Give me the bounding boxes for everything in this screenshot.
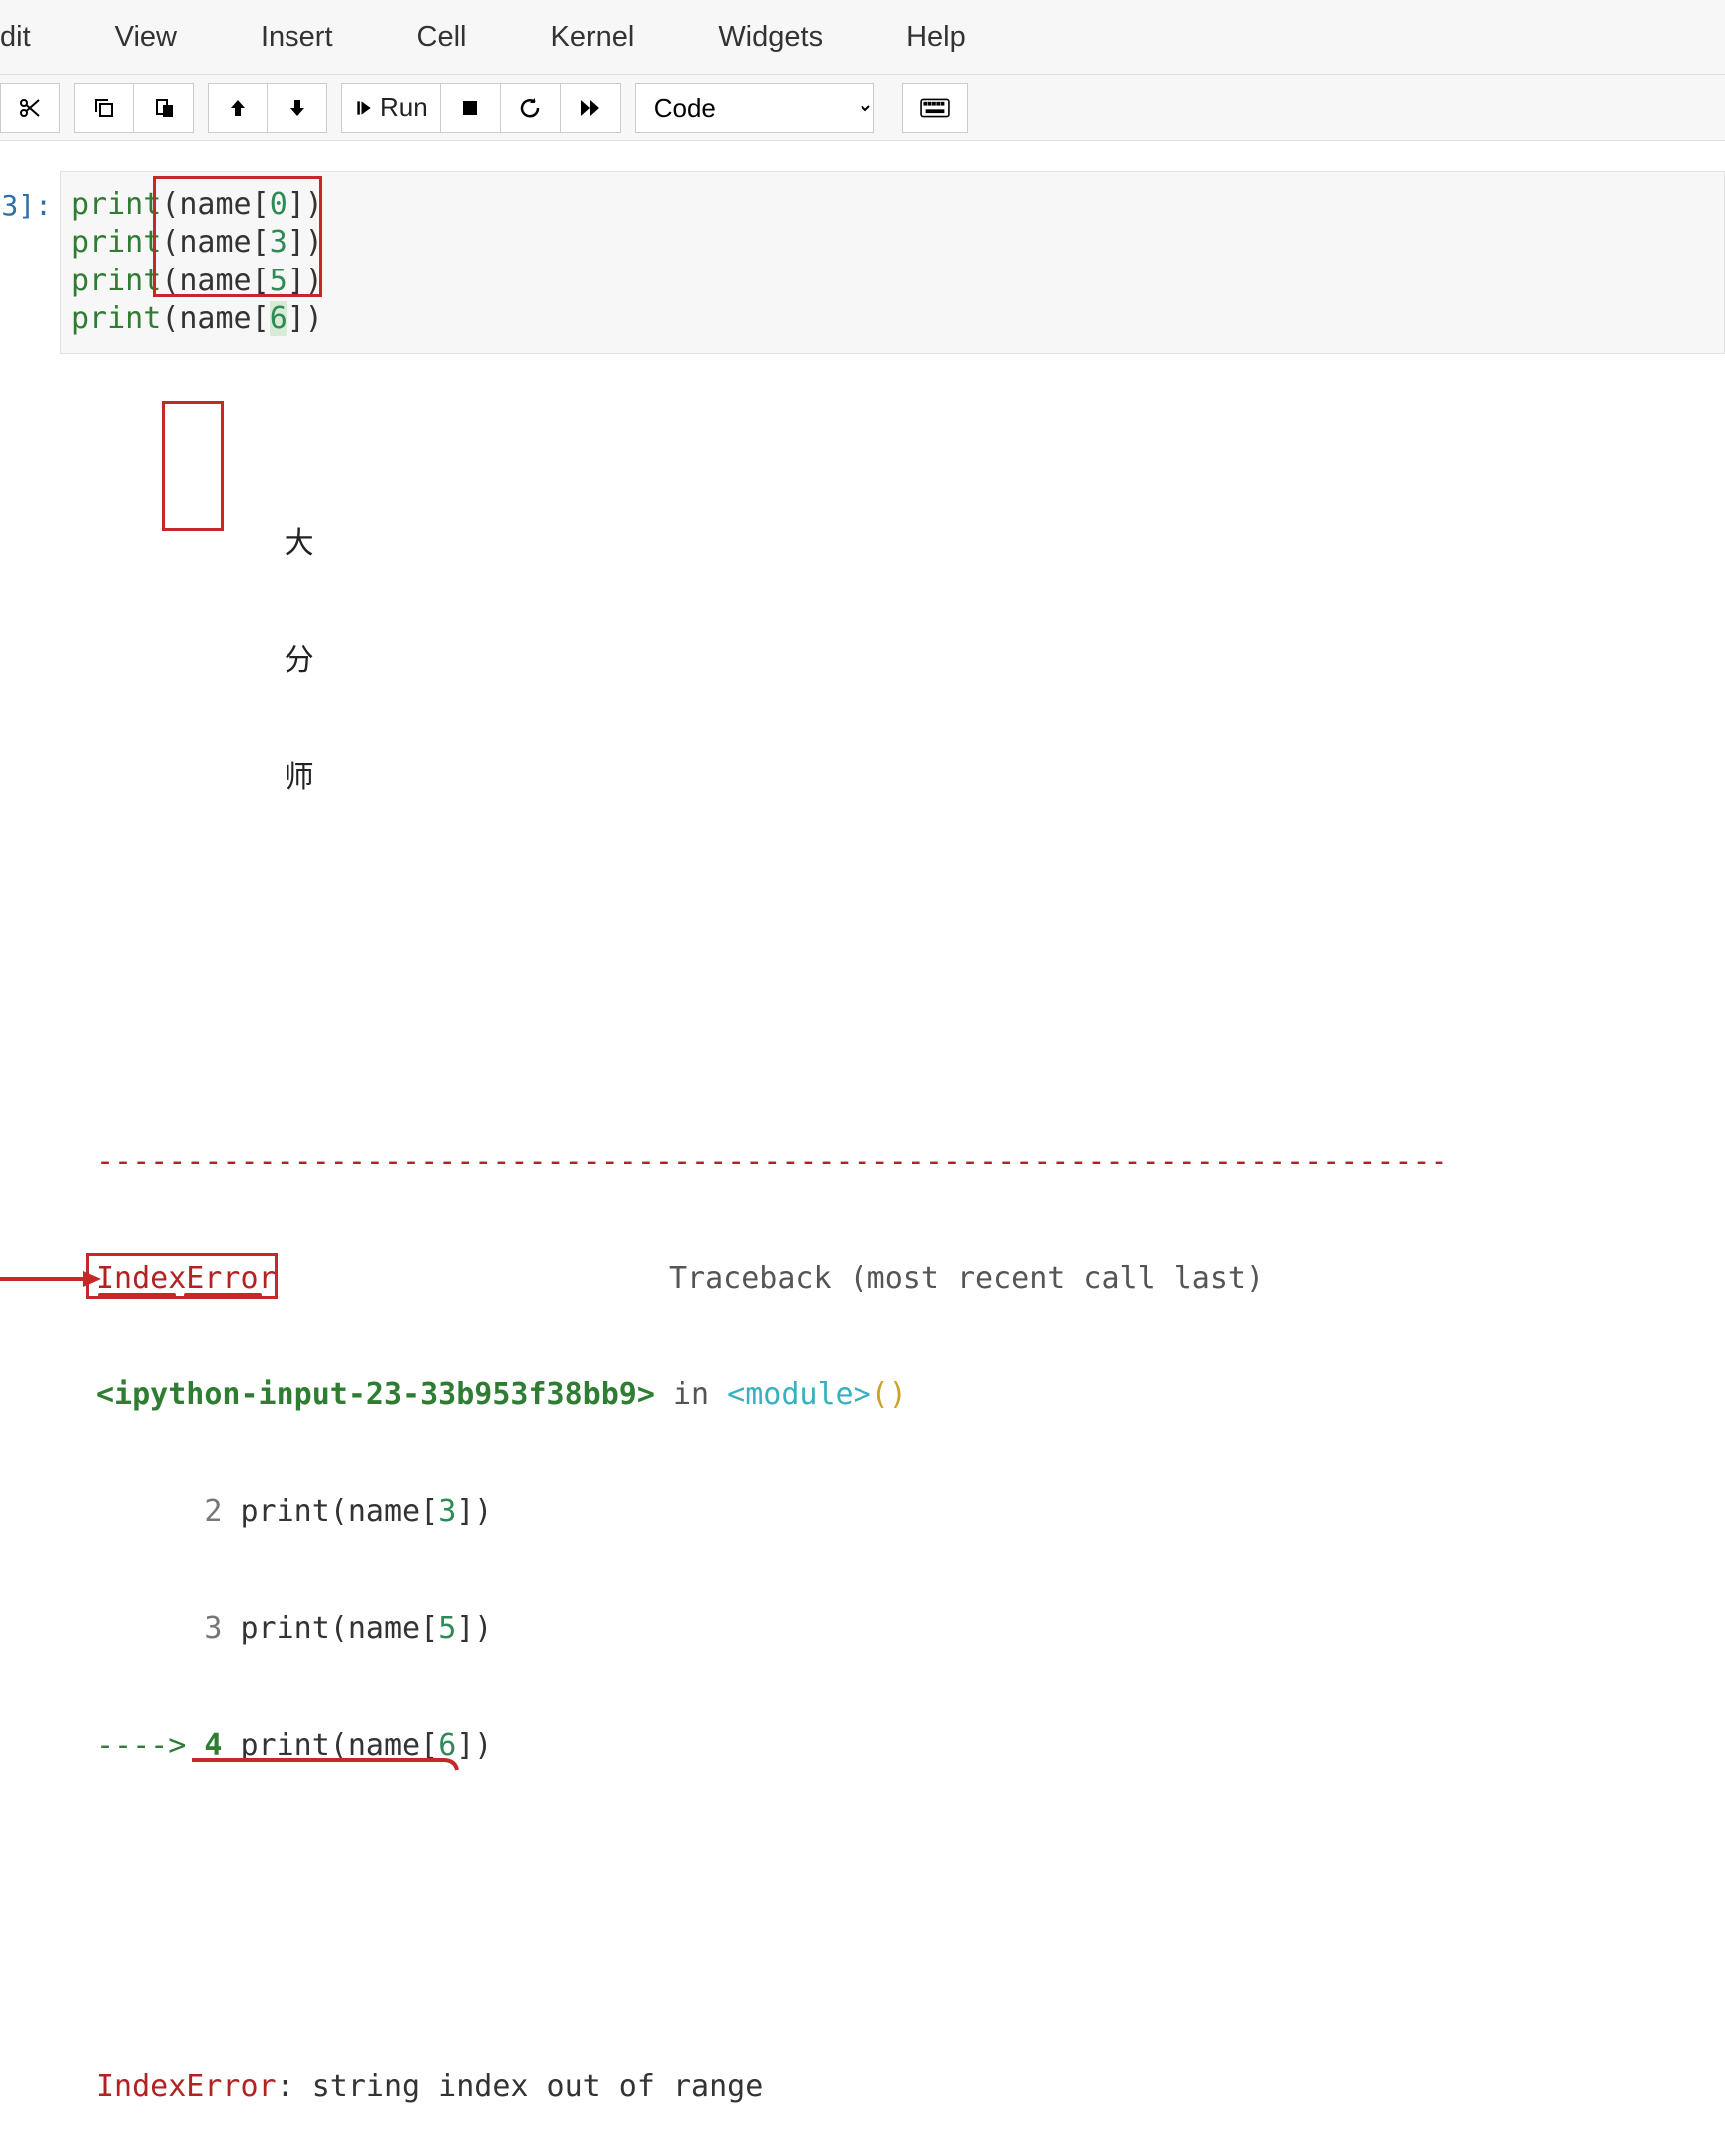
traceback-divider: ----------------------------------------… (96, 1142, 1725, 1181)
arrow-up-icon (226, 96, 250, 120)
annotation-arrow-icon (0, 1267, 101, 1291)
scissors-icon (18, 96, 42, 120)
restart-run-all-button[interactable] (561, 83, 621, 133)
code-input[interactable]: print(name[0]) print(name[3]) print(name… (60, 171, 1725, 354)
traceback-location: <ipython-input-23-33b953f38bb9> in <modu… (96, 1375, 1725, 1414)
notebook-area: 3]: print(name[0]) print(name[3]) print(… (0, 141, 1725, 2156)
stop-icon (458, 96, 482, 120)
traceback-header: IndexError Traceback (most recent call l… (96, 1259, 1264, 1298)
traceback: ----------------------------------------… (96, 1064, 1725, 2156)
toolbar: Run Code (0, 75, 1725, 141)
menu-bar: dit View Insert Cell Kernel Widgets Help (0, 0, 1725, 75)
input-prompt: 3]: (0, 171, 60, 222)
traceback-line-4: ----> 4 print(name[6]) (96, 1726, 1725, 1882)
menu-insert[interactable]: Insert (219, 21, 375, 54)
arrow-down-icon (286, 96, 309, 120)
code-line-3: print(name[5]) (71, 263, 1714, 300)
keyboard-icon (920, 98, 950, 118)
fast-forward-icon (578, 96, 602, 120)
menu-help[interactable]: Help (864, 21, 1008, 54)
error-message: IndexError: string index out of range (96, 2067, 1725, 2106)
menu-kernel[interactable]: Kernel (508, 21, 676, 54)
code-line-2: print(name[3]) (71, 224, 1714, 262)
annotation-underline-error-line (192, 1756, 467, 1774)
paste-button[interactable] (134, 83, 194, 133)
code-line-4: print(name[6]) (71, 300, 1714, 338)
copy-button[interactable] (74, 83, 134, 133)
menu-edit[interactable]: dit (0, 21, 73, 54)
stdout-output: 大 分 师 (277, 442, 437, 878)
cut-button[interactable] (0, 83, 60, 133)
traceback-label: Traceback (most recent call last) (669, 1259, 1264, 1298)
move-down-button[interactable] (268, 83, 327, 133)
menu-view[interactable]: View (73, 21, 219, 54)
cell-output: 大 分 师 ----------------------------------… (96, 354, 1725, 2156)
restart-icon (518, 96, 542, 120)
input-cell: 3]: print(name[0]) print(name[3]) print(… (0, 171, 1725, 354)
interrupt-button[interactable] (441, 83, 501, 133)
menu-cell[interactable]: Cell (375, 21, 509, 54)
copy-icon (92, 96, 116, 120)
code-line-1: print(name[0]) (71, 186, 1714, 224)
command-palette-button[interactable] (902, 83, 968, 133)
traceback-line-3: 3 print(name[5]) (96, 1609, 1725, 1648)
move-up-button[interactable] (208, 83, 268, 133)
run-label: Run (380, 92, 428, 123)
error-name: IndexError (96, 1259, 277, 1298)
run-button[interactable]: Run (341, 83, 441, 133)
traceback-line-2: 2 print(name[3]) (96, 1492, 1725, 1531)
cell-type-select[interactable]: Code (635, 83, 874, 133)
menu-widgets[interactable]: Widgets (676, 21, 864, 54)
annotation-box-output (162, 401, 224, 531)
paste-icon (152, 96, 176, 120)
restart-button[interactable] (501, 83, 561, 133)
play-step-icon (354, 98, 374, 118)
